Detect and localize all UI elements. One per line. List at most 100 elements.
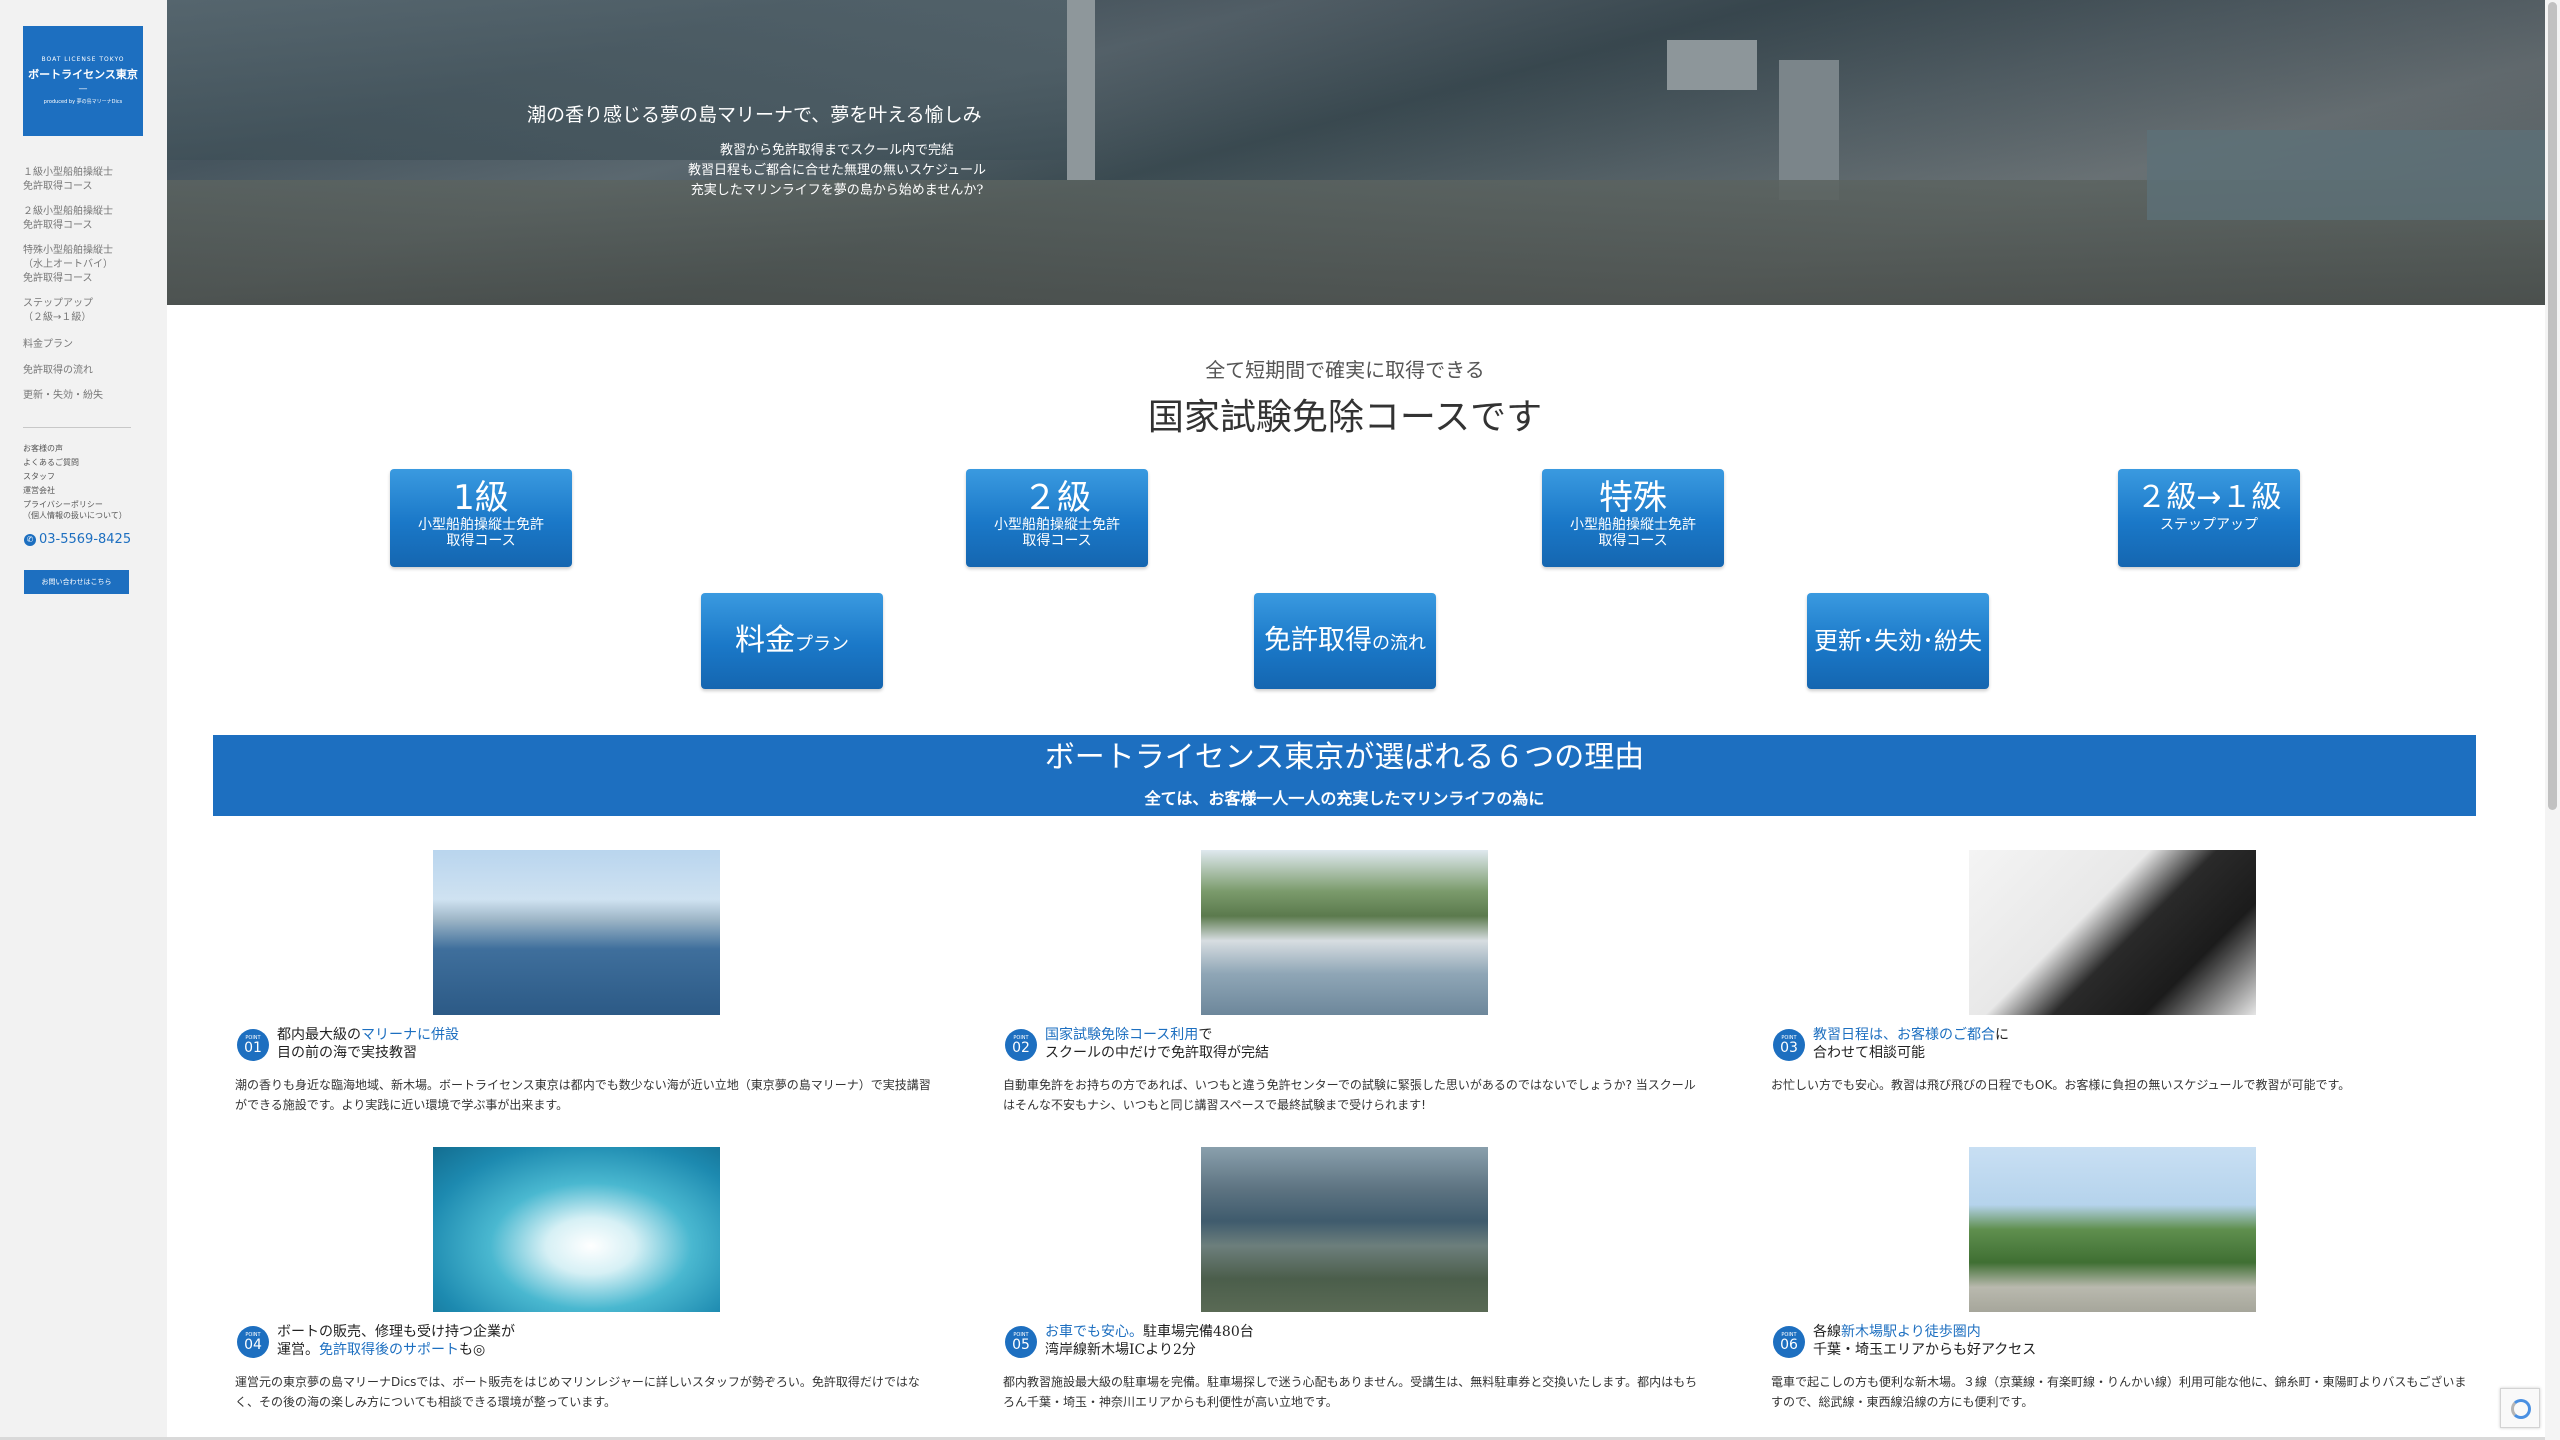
reason-heading-line2: 合わせて相談可能 (1813, 1045, 1925, 1061)
logo-english: BOAT LICENSE TOKYO (41, 56, 125, 63)
renewal-button-label: 更新･失効･紛失 (1814, 627, 1982, 655)
point-badge: POINT 02 (1005, 1029, 1037, 1061)
reason-heading-highlight: 新木場駅より徒歩圏内 (1841, 1324, 1981, 1340)
vertical-scrollbar[interactable] (2545, 0, 2560, 1440)
reason-heading-highlight: 教習日程は、お客様のご都合 (1813, 1027, 1995, 1043)
reason-heading-line2: スクールの中だけで免許取得が完結 (1045, 1045, 1269, 1061)
recaptcha-badge[interactable] (2500, 1388, 2540, 1428)
hero-line: 教習から免許取得までスクール内で完結 (719, 143, 954, 158)
reason-heading-text: も◎ (459, 1342, 486, 1358)
flow-button-main: 免許取得 (1264, 625, 1372, 656)
hero-building (1667, 40, 1757, 90)
phone-number: 03-5569-8425 (39, 532, 132, 547)
point-badge: POINT 04 (237, 1326, 269, 1358)
sidebar-item-pricing[interactable]: 料金プラン (23, 338, 153, 352)
sidebar-link-staff[interactable]: スタッフ (23, 471, 153, 482)
logo-produced-by: produced by 夢の島マリーナDics (43, 99, 123, 105)
course-button-sublabel: ステップアップ (2160, 517, 2258, 533)
sidebar-link-faq[interactable]: よくあるご質問 (23, 457, 153, 468)
sidebar-link-voices[interactable]: お客様の声 (23, 443, 153, 454)
flow-button-label: 免許取得の流れ (1254, 593, 1436, 692)
reason-heading-text: 都内最大級の (277, 1027, 361, 1043)
course-button-label: 1級 (453, 478, 509, 518)
point-badge-number: 02 (1012, 1040, 1030, 1056)
sidebar-link-company[interactable]: 運営会社 (23, 485, 153, 496)
course-button-special[interactable]: 特殊 小型船舶操縦士免許 取得コース (1542, 469, 1724, 567)
reason-heading: 国家試験免除コース利用で スクールの中だけで免許取得が完結 (1045, 1026, 1269, 1062)
reason-body: お忙しい方でも安心。教習は飛び飛びの日程でもOK。お客様に負担の無いスケジュール… (1771, 1078, 2351, 1092)
sidebar-item-stepup[interactable]: ステップアップ （２級→１級） (23, 297, 153, 325)
sidebar-item-1st-class[interactable]: １級小型船舶操縦士 免許取得コース (23, 166, 153, 194)
reasons-subtitle: 全ては、お客様一人一人の充実したマリンライフの為に (1144, 789, 1545, 808)
course-button-stepup[interactable]: ２級→１級 ステップアップ (2118, 469, 2300, 567)
phone-icon: ✆ (24, 533, 36, 546)
site-logo[interactable]: BOAT LICENSE TOKYO ボートライセンス東京 — produced… (23, 26, 143, 136)
hero-line: 充実したマリンライフを夢の島から始めませんか? (690, 183, 984, 198)
reason-heading-text: で (1198, 1027, 1213, 1043)
point-badge-number: 04 (244, 1337, 262, 1353)
pricing-button-label: 料金プラン (701, 593, 883, 693)
reason-body: 運営元の東京夢の島マリーナDicsでは、ボート販売をはじめマリンレジャーに詳しい… (235, 1375, 920, 1409)
reasons-title: ボートライセンス東京が選ばれる６つの理由 (1044, 740, 1645, 775)
reason-heading-text: 駐車場完備480台 (1143, 1324, 1254, 1340)
scrollbar-thumb[interactable] (2548, 2, 2557, 810)
flow-button-tail: の流れ (1372, 633, 1426, 654)
sidebar: BOAT LICENSE TOKYO ボートライセンス東京 — produced… (0, 0, 167, 1440)
reason-heading-highlight: 国家試験免除コース利用 (1045, 1027, 1199, 1043)
hero-banner: 潮の香り感じる夢の島マリーナで、夢を叶える愉しみ 教習から免許取得までスクール内… (167, 0, 2545, 305)
flow-button[interactable]: 免許取得の流れ (1254, 593, 1436, 689)
reason-heading-line2: 湾岸線新木場ICより2分 (1045, 1342, 1196, 1358)
boat-photo (1201, 850, 1488, 1015)
reason-body: 自動車免許をお持ちの方であれば、いつもと違う免許センターでの試験に緊張した思いが… (1003, 1078, 1696, 1112)
reason-heading: 各線新木場駅より徒歩圏内 千葉・埼玉エリアからも好アクセス (1813, 1323, 2036, 1359)
phone-link[interactable]: ✆ 03-5569-8425 (24, 532, 131, 547)
recaptcha-icon (2511, 1399, 2531, 1419)
point-badge-number: 01 (244, 1040, 262, 1056)
reason-heading-highlight: 免許取得後のサポート (319, 1342, 459, 1358)
reason-heading: 教習日程は、お客様のご都合に 合わせて相談可能 (1813, 1026, 2009, 1062)
renewal-button[interactable]: 更新･失効･紛失 (1807, 593, 1989, 689)
reason-heading-text: 各線 (1813, 1324, 1841, 1340)
reason-body: 潮の香りも身近な臨海地域、新木場。ボートライセンス東京は都内でも数少ない海が近い… (235, 1078, 931, 1112)
pricing-button[interactable]: 料金プラン (701, 593, 883, 689)
course-title: 国家試験免除コースです (1147, 397, 1543, 438)
reason-body: 電車で起こしの方も便利な新木場。３線（京葉線・有楽町線・りんかい線）利用可能な他… (1771, 1375, 2467, 1409)
course-button-sublabel: 小型船舶操縦士免許 取得コース (418, 517, 544, 549)
course-button-label: ２級 (1023, 478, 1091, 518)
reasons-banner: ボートライセンス東京が選ばれる６つの理由 全ては、お客様一人一人の充実したマリン… (213, 735, 2476, 816)
contact-button[interactable]: お問い合わせはこちら (24, 570, 129, 594)
point-badge: POINT 03 (1773, 1029, 1805, 1061)
marina-photo (433, 850, 720, 1015)
aerial-photo (1201, 1147, 1488, 1312)
point-badge-number: 03 (1780, 1040, 1798, 1056)
reason-body: 都内教習施設最大級の駐車場を完備。駐車場探しで迷う心配もありません。受講生は、無… (1003, 1375, 1698, 1409)
reason-heading-text: ボートの販売、修理も受け持つ企業が (277, 1324, 515, 1340)
station-photo (1969, 1147, 2256, 1312)
pricing-button-main: 料金 (735, 623, 795, 658)
point-badge: POINT 06 (1773, 1326, 1805, 1358)
reason-heading-text: に (1995, 1027, 2009, 1043)
sidebar-item-special[interactable]: 特殊小型船舶操縦士 （水上オートバイ） 免許取得コース (23, 244, 153, 286)
course-button-label: ２級→１級 (2136, 480, 2282, 515)
schedule-photo (1969, 850, 2256, 1015)
sidebar-item-2nd-class[interactable]: ２級小型船舶操縦士 免許取得コース (23, 205, 153, 233)
point-badge-number: 05 (1012, 1337, 1030, 1353)
course-subtitle: 全て短期間で確実に取得できる (1205, 358, 1485, 382)
reason-heading-highlight: マリーナに併設 (361, 1027, 459, 1043)
sidebar-link-privacy[interactable]: プライバシーポリシー （個人情報の扱いについて） (23, 499, 153, 521)
course-button-sublabel: 小型船舶操縦士免許 取得コース (994, 517, 1120, 549)
logo-japanese: ボートライセンス東京 (28, 68, 138, 81)
speedboat-photo (433, 1147, 720, 1312)
hero-line: 教習日程もご都合に合せた無理の無いスケジュール (687, 163, 987, 178)
reason-heading-line2: 千葉・埼玉エリアからも好アクセス (1813, 1342, 2037, 1358)
hero-building (1779, 60, 1839, 200)
pricing-button-tail: プラン (795, 634, 849, 655)
hero-title: 潮の香り感じる夢の島マリーナで、夢を叶える愉しみ (527, 104, 982, 126)
course-button-label: 特殊 (1599, 478, 1667, 518)
course-button-2nd-class[interactable]: ２級 小型船舶操縦士免許 取得コース (966, 469, 1148, 567)
reason-heading: ボートの販売、修理も受け持つ企業が 運営。免許取得後のサポートも◎ (277, 1323, 515, 1359)
course-button-sublabel: 小型船舶操縦士免許 取得コース (1570, 517, 1696, 549)
course-button-1st-class[interactable]: 1級 小型船舶操縦士免許 取得コース (390, 469, 572, 567)
hero-bay (2147, 130, 2545, 220)
reason-heading-line2: 目の前の海で実技教習 (277, 1045, 417, 1061)
